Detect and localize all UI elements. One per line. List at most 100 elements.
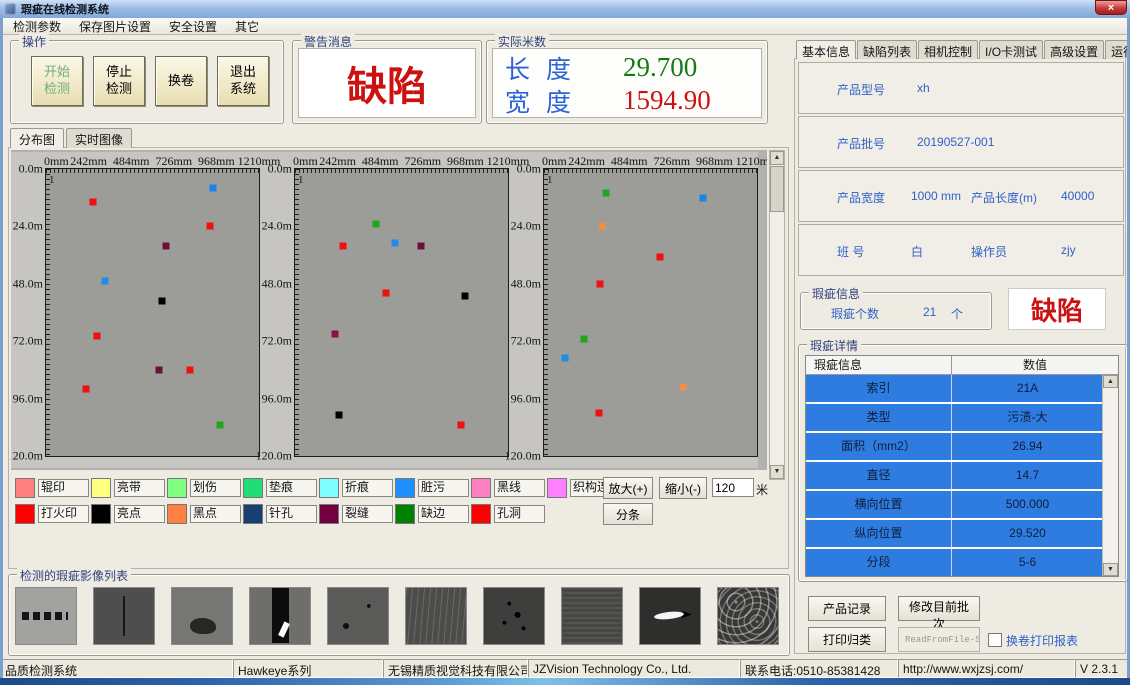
table-row[interactable]: 纵向位置29.520: [806, 520, 1103, 547]
menu-item-security-settings[interactable]: 安全设置: [160, 17, 226, 36]
scatter-plot[interactable]: 0mm242mm484mm726mm968mm1210mm0.0m24.0m48…: [45, 168, 260, 457]
defect-point[interactable]: [89, 199, 96, 206]
table-row[interactable]: 面积（mm2）26.94: [806, 433, 1103, 460]
defect-point[interactable]: [392, 240, 399, 247]
legend-label[interactable]: 辊印: [38, 479, 89, 497]
table-row[interactable]: 分段5-6: [806, 549, 1103, 576]
scatter-plot[interactable]: 0mm242mm484mm726mm968mm1210mm0.0m24.0m48…: [543, 168, 758, 457]
defect-point[interactable]: [336, 412, 343, 419]
table-row[interactable]: 直径14.7: [806, 462, 1103, 489]
defect-point[interactable]: [101, 278, 108, 285]
start-detect-button[interactable]: 开始 检测: [31, 56, 83, 106]
defect-point[interactable]: [340, 242, 347, 249]
table-scroll-down-icon[interactable]: ▼: [1103, 563, 1118, 576]
split-button[interactable]: 分条: [603, 503, 653, 525]
legend-item: 亮点: [91, 504, 167, 524]
defect-point[interactable]: [597, 280, 604, 287]
defect-point[interactable]: [94, 333, 101, 340]
legend-label[interactable]: 垫痕: [266, 479, 317, 497]
scroll-down-icon[interactable]: ▼: [770, 465, 784, 479]
scatter-plot[interactable]: 0mm242mm484mm726mm968mm1210mm0.0m24.0m48…: [294, 168, 509, 457]
defect-thumbnail[interactable]: [639, 587, 701, 645]
defect-thumbnail[interactable]: [327, 587, 389, 645]
defect-point[interactable]: [657, 254, 664, 261]
defect-point[interactable]: [680, 383, 687, 390]
legend-label[interactable]: 孔洞: [494, 505, 545, 523]
legend-label[interactable]: 打火印: [38, 505, 89, 523]
defect-point[interactable]: [372, 221, 379, 228]
modify-current-batch-button[interactable]: 修改目前批次: [898, 596, 980, 621]
defect-point[interactable]: [206, 223, 213, 230]
tab-camera-control[interactable]: 相机控制: [918, 40, 978, 59]
defect-thumbnail[interactable]: [483, 587, 545, 645]
print-report-checkbox[interactable]: [988, 633, 1002, 647]
defect-point[interactable]: [83, 386, 90, 393]
defect-point[interactable]: [210, 185, 217, 192]
scroll-up-icon[interactable]: ▲: [770, 151, 784, 165]
defect-point[interactable]: [159, 297, 166, 304]
y-tick-label: 72.0m: [511, 334, 541, 349]
legend-label[interactable]: 折痕: [342, 479, 393, 497]
table-scrollbar[interactable]: ▲ ▼: [1102, 375, 1118, 576]
table-row[interactable]: 索引21A: [806, 375, 1103, 402]
tab-realtime-image[interactable]: 实时图像: [66, 128, 132, 148]
zoom-out-button[interactable]: 缩小(-): [659, 477, 707, 499]
chart-vertical-scrollbar[interactable]: ▲ ▼: [769, 150, 785, 480]
defect-point[interactable]: [332, 331, 339, 338]
defect-point[interactable]: [700, 194, 707, 201]
close-button[interactable]: ×: [1095, 0, 1127, 15]
change-roll-button[interactable]: 换卷: [155, 56, 207, 106]
defect-thumbnail[interactable]: [717, 587, 779, 645]
tab-defect-list[interactable]: 缺陷列表: [857, 40, 917, 59]
read-from-file-button[interactable]: ReadFromFile-SIM: [898, 627, 980, 652]
legend-label[interactable]: 划伤: [190, 479, 241, 497]
defect-point[interactable]: [155, 366, 162, 373]
product-size-row: 产品宽度 1000 mm 产品长度(m) 40000: [798, 170, 1124, 222]
defect-point[interactable]: [382, 290, 389, 297]
defect-point[interactable]: [581, 335, 588, 342]
defect-point[interactable]: [602, 189, 609, 196]
legend-label[interactable]: 亮点: [114, 505, 165, 523]
tab-basic-info[interactable]: 基本信息: [796, 40, 856, 59]
menu-item-other[interactable]: 其它: [226, 17, 268, 36]
table-scroll-up-icon[interactable]: ▲: [1103, 375, 1118, 388]
defect-point[interactable]: [162, 242, 169, 249]
defect-point[interactable]: [562, 354, 569, 361]
defect-thumbnail[interactable]: [561, 587, 623, 645]
defect-thumbnail[interactable]: [15, 587, 77, 645]
defect-thumbnail[interactable]: [93, 587, 155, 645]
stop-detect-button[interactable]: 停止 检测: [93, 56, 145, 106]
windows-taskbar[interactable]: [0, 678, 1130, 685]
scrollbar-thumb[interactable]: [770, 166, 784, 212]
table-row[interactable]: 类型污渍-大: [806, 404, 1103, 431]
defect-thumbnail[interactable]: [249, 587, 311, 645]
tab-io-card-test[interactable]: I/O卡测试: [979, 40, 1043, 59]
range-input[interactable]: [712, 478, 754, 497]
defect-point[interactable]: [461, 292, 468, 299]
legend-label[interactable]: 裂缝: [342, 505, 393, 523]
legend-label[interactable]: 黑线: [494, 479, 545, 497]
defect-point[interactable]: [187, 366, 194, 373]
legend-label[interactable]: 黑点: [190, 505, 241, 523]
defect-thumbnail[interactable]: [405, 587, 467, 645]
tab-advanced-settings[interactable]: 高级设置: [1044, 40, 1104, 59]
defect-point[interactable]: [217, 421, 224, 428]
print-report-checkbox-label[interactable]: 换卷打印报表: [1006, 632, 1078, 649]
print-classify-button[interactable]: 打印归类: [808, 627, 886, 652]
x-tick-label: 1210mm: [736, 154, 767, 169]
legend-label[interactable]: 亮带: [114, 479, 165, 497]
defect-thumbnail[interactable]: [171, 587, 233, 645]
product-record-button[interactable]: 产品记录: [808, 596, 886, 621]
defect-point[interactable]: [458, 421, 465, 428]
defect-point[interactable]: [595, 409, 602, 416]
legend-label[interactable]: 针孔: [266, 505, 317, 523]
legend-label[interactable]: 缺边: [418, 505, 469, 523]
table-row[interactable]: 横向位置500.000: [806, 491, 1103, 518]
zoom-in-button[interactable]: 放大(+): [603, 477, 653, 499]
menu-item-save-image-settings[interactable]: 保存图片设置: [70, 17, 160, 36]
exit-system-button[interactable]: 退出 系统: [217, 56, 269, 106]
legend-label[interactable]: 脏污: [418, 479, 469, 497]
defect-point[interactable]: [599, 223, 606, 230]
tab-distribution-map[interactable]: 分布图: [10, 128, 64, 148]
defect-point[interactable]: [417, 242, 424, 249]
